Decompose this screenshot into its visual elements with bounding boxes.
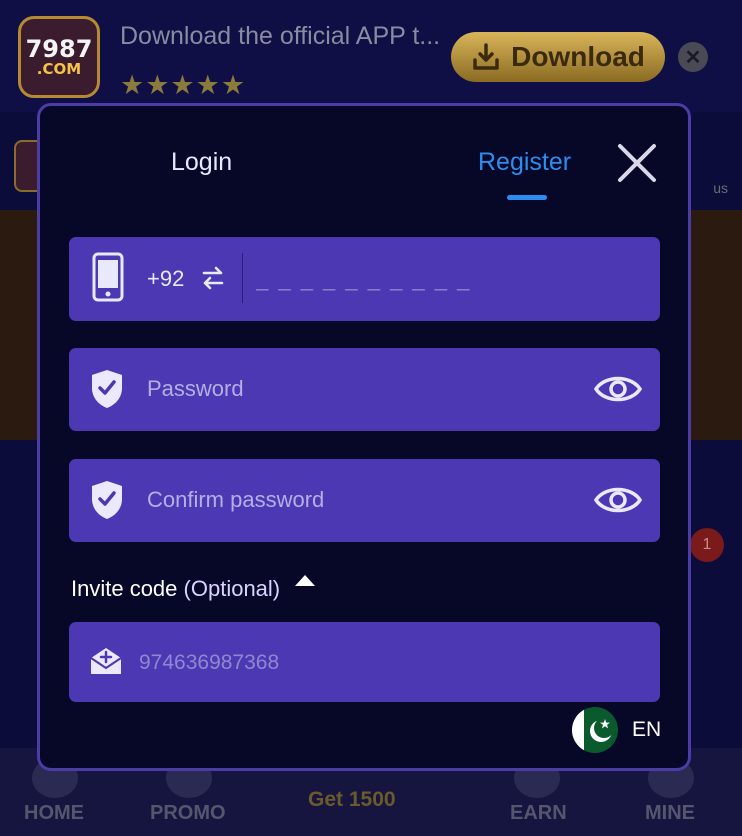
language-code[interactable]: EN xyxy=(632,718,661,742)
nav-promo[interactable]: PROMO xyxy=(150,802,226,825)
phone-input[interactable] xyxy=(256,259,636,299)
field-divider xyxy=(242,253,243,303)
shield-icon xyxy=(92,481,122,519)
banner-close-button[interactable]: ✕ xyxy=(678,42,708,72)
rating-stars: ★★★★★ xyxy=(120,70,247,100)
app-logo-domain: .COM xyxy=(36,60,82,78)
invite-code-field xyxy=(69,622,660,702)
country-code[interactable]: +92 xyxy=(147,266,184,292)
invite-code-label: Invite code (Optional) xyxy=(71,576,280,602)
pakistan-flag-icon[interactable] xyxy=(572,707,618,753)
app-logo: 7987 .COM xyxy=(18,16,100,98)
invite-code-title: Invite code xyxy=(71,576,178,601)
active-tab-indicator xyxy=(507,195,547,200)
download-banner: 7987 .COM Download the official APP t...… xyxy=(0,0,742,112)
tab-login[interactable]: Login xyxy=(171,148,232,177)
invite-code-input[interactable] xyxy=(139,642,619,684)
tab-register[interactable]: Register xyxy=(478,148,571,177)
password-input[interactable] xyxy=(147,368,567,410)
download-icon xyxy=(473,43,499,70)
nav-mine[interactable]: MINE xyxy=(645,802,695,825)
eye-icon[interactable] xyxy=(593,369,643,409)
download-label: Download xyxy=(511,41,645,72)
game-banner-right xyxy=(688,210,742,440)
nav-home[interactable]: HOME xyxy=(24,802,84,825)
invite-optional-label: (Optional) xyxy=(183,576,281,601)
notification-badge: 1 xyxy=(690,528,724,562)
phone-icon xyxy=(92,252,124,302)
confirm-password-input[interactable] xyxy=(147,479,567,521)
nav-get-bonus[interactable]: Get 1500 xyxy=(308,788,396,812)
caret-up-icon[interactable] xyxy=(293,572,317,588)
shield-icon xyxy=(92,370,122,408)
bonus-label: us xyxy=(713,180,728,196)
phone-field: +92 xyxy=(69,237,660,321)
eye-icon[interactable] xyxy=(593,480,643,520)
download-button[interactable]: Download xyxy=(451,32,665,82)
swap-icon[interactable] xyxy=(201,265,225,291)
app-logo-text: 7987 xyxy=(25,35,93,63)
banner-text: Download the official APP t... xyxy=(120,22,440,50)
register-modal: Login Register +92 _ _ _ _ _ _ _ _ _ _ I… xyxy=(37,103,691,771)
close-icon[interactable] xyxy=(614,140,660,186)
invite-envelope-icon xyxy=(90,648,122,674)
game-banner-left xyxy=(0,210,38,440)
nav-earn[interactable]: EARN xyxy=(510,802,567,825)
password-field xyxy=(69,348,660,431)
confirm-password-field xyxy=(69,459,660,542)
